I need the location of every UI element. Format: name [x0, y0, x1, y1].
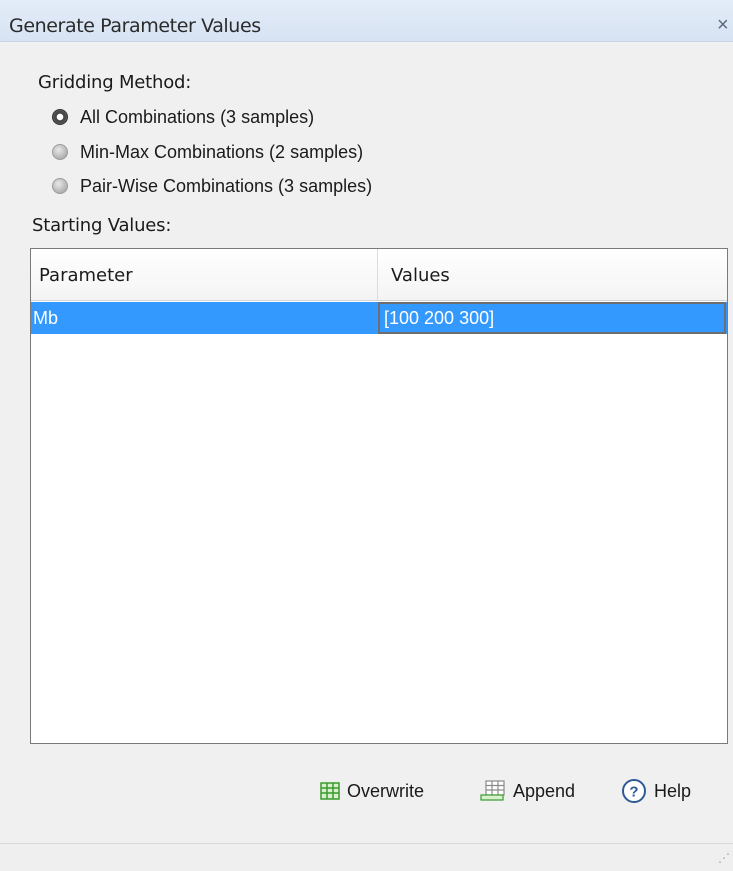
title-bar[interactable]: Generate Parameter Values × — [0, 0, 733, 42]
help-icon: ? — [622, 779, 646, 803]
table-overwrite-icon — [320, 782, 340, 800]
status-bar: ⋰ — [0, 843, 733, 871]
overwrite-button[interactable]: Overwrite — [320, 774, 424, 808]
help-button[interactable]: ? Help — [621, 774, 691, 808]
table-header: Parameter Values — [31, 249, 727, 301]
radio-label: Pair-Wise Combinations (3 samples) — [80, 175, 373, 196]
close-icon[interactable]: × — [717, 14, 733, 37]
radio-label: All Combinations (3 samples) — [80, 106, 315, 127]
radio-unselected-icon[interactable] — [52, 144, 68, 160]
cell-parameter[interactable]: Mb — [31, 302, 378, 334]
append-label: Append — [513, 780, 576, 801]
gridding-method-label: Gridding Method: — [38, 72, 192, 93]
radio-selected-icon[interactable] — [52, 109, 68, 125]
parameter-table[interactable]: Parameter Values Mb [100 200 300] — [30, 248, 728, 744]
svg-text:?: ? — [629, 784, 638, 801]
table-append-icon — [480, 780, 505, 801]
append-button[interactable]: Append — [480, 774, 575, 808]
help-label: Help — [654, 780, 692, 801]
overwrite-label: Overwrite — [347, 780, 425, 801]
radio-min-max-combinations[interactable]: Min-Max Combinations (2 samples) — [52, 139, 363, 165]
window-title: Generate Parameter Values — [9, 15, 261, 37]
radio-unselected-icon[interactable] — [52, 178, 68, 194]
dialog-window: Generate Parameter Values × Gridding Met… — [0, 0, 733, 871]
column-header-parameter[interactable]: Parameter — [31, 249, 378, 301]
radio-label: Min-Max Combinations (2 samples) — [80, 141, 364, 162]
starting-values-label: Starting Values: — [32, 215, 172, 236]
resize-grip-icon[interactable]: ⋰ — [718, 851, 730, 865]
table-row[interactable]: Mb [100 200 300] — [31, 302, 727, 334]
column-header-values[interactable]: Values — [378, 249, 727, 301]
radio-pair-wise-combinations[interactable]: Pair-Wise Combinations (3 samples) — [52, 173, 372, 199]
radio-all-combinations[interactable]: All Combinations (3 samples) — [52, 104, 314, 130]
cell-values[interactable]: [100 200 300] — [378, 302, 726, 334]
